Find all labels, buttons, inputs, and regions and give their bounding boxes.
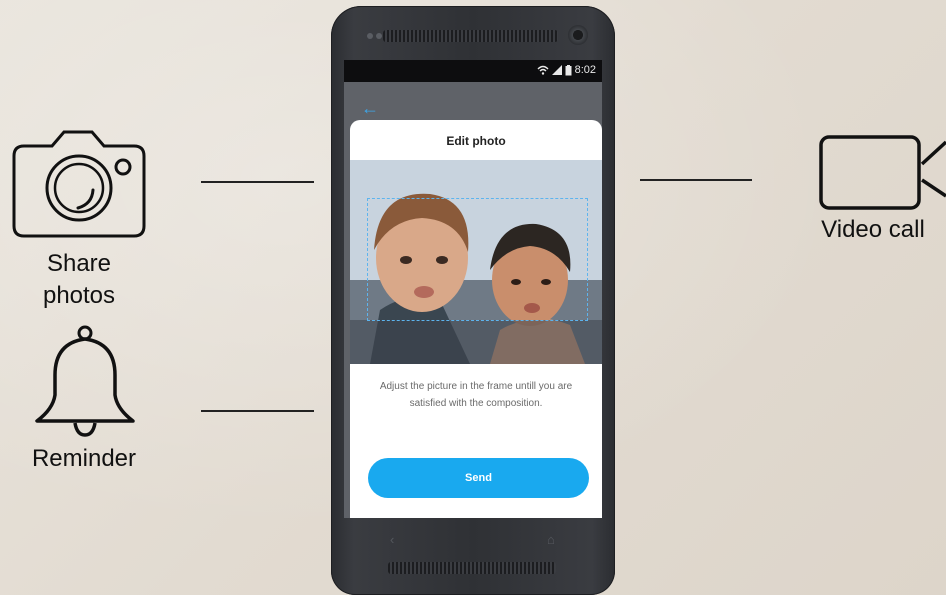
- sheet-title: Edit photo: [446, 134, 506, 148]
- phone-screen: 8:02 ← Edit photo Adjust the picture in …: [344, 60, 602, 518]
- status-bar: 8:02: [344, 60, 602, 82]
- connector-line: [201, 181, 314, 183]
- share-photos-label: Share photos: [42, 250, 116, 309]
- back-arrow-icon[interactable]: ←: [361, 98, 379, 119]
- front-camera: [568, 25, 588, 45]
- status-time: 8:02: [574, 64, 596, 76]
- instruction-text: Adjust the picture in the frame untill y…: [379, 381, 573, 409]
- video-camera-icon: [819, 135, 946, 210]
- bell-icon: [35, 325, 135, 437]
- connector-line: [201, 410, 314, 412]
- nav-home-icon[interactable]: ⌂: [547, 532, 555, 547]
- wifi-icon: [537, 65, 549, 75]
- sensor-dot: [367, 33, 373, 39]
- phone-device: 8:02 ← Edit photo Adjust the picture in …: [331, 6, 615, 595]
- phone-nav-bar: ‹ ⌂: [344, 518, 602, 558]
- sensor-dot: [376, 33, 382, 39]
- reminder-label: Reminder: [31, 445, 137, 472]
- crop-frame[interactable]: [367, 198, 588, 321]
- edit-photo-sheet: Edit photo Adjust the picture in the fra…: [350, 120, 602, 518]
- bottom-speaker-grille: [388, 562, 556, 574]
- signal-icon: [551, 65, 562, 75]
- camera-icon: [12, 130, 146, 238]
- video-call-label: Video call: [821, 216, 925, 243]
- connector-line: [640, 179, 752, 181]
- nav-back-icon[interactable]: ‹: [390, 532, 394, 547]
- photo-preview[interactable]: [350, 160, 602, 364]
- send-button[interactable]: Send: [368, 458, 589, 498]
- battery-icon: [565, 64, 572, 75]
- top-speaker-grille: [383, 30, 558, 42]
